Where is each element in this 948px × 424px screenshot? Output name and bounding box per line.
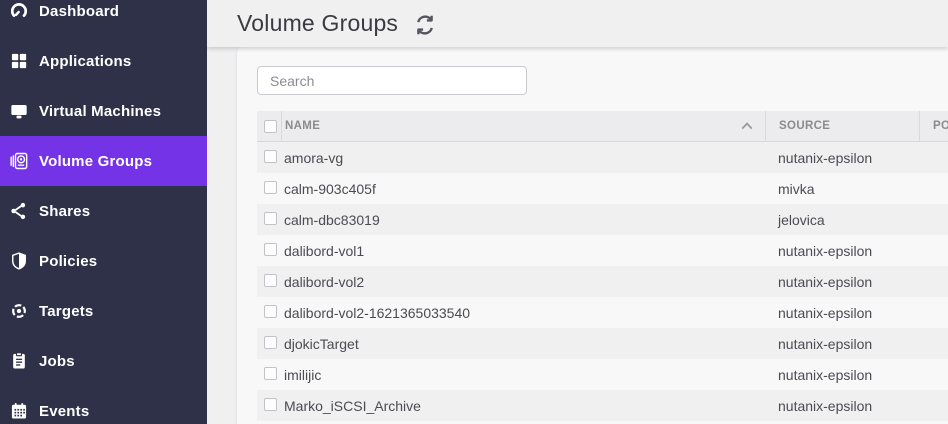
- sidebar-item-jobs[interactable]: Jobs: [0, 336, 207, 386]
- sidebar-item-virtual-machines[interactable]: Virtual Machines: [0, 86, 207, 136]
- disk-stack-icon: [9, 151, 29, 171]
- volume-group-name: calm-dbc83019: [284, 211, 380, 228]
- share-nodes-icon: [9, 201, 29, 221]
- gauge-icon: [9, 1, 29, 21]
- column-header-policy[interactable]: POLICY: [919, 111, 948, 141]
- row-checkbox[interactable]: [264, 335, 277, 349]
- volume-group-name: djokicTarget: [284, 335, 359, 352]
- table-row[interactable]: imilijic nutanix-epsilon: [257, 359, 948, 390]
- column-header-name-label: NAME: [285, 120, 321, 132]
- volume-groups-table: NAME SOURCE POLICY amora-vg nutanix-: [257, 111, 948, 421]
- sidebar-item-dashboard[interactable]: Dashboard: [0, 0, 207, 36]
- sidebar-item-shares[interactable]: Shares: [0, 186, 207, 236]
- volume-group-name: dalibord-vol2: [284, 273, 365, 290]
- table-row[interactable]: calm-dbc83019 jelovica: [257, 204, 948, 235]
- grid-icon: [9, 51, 29, 71]
- row-checkbox[interactable]: [264, 304, 277, 318]
- search-input[interactable]: [257, 66, 527, 95]
- shield-icon: [9, 251, 29, 271]
- volume-group-source: nutanix-epsilon: [778, 304, 873, 321]
- column-header-source[interactable]: SOURCE: [765, 111, 919, 141]
- page-title: Volume Groups: [237, 10, 399, 36]
- select-all-cell: [257, 111, 281, 141]
- clipboard-icon: [9, 351, 29, 371]
- column-header-name[interactable]: NAME: [281, 111, 765, 141]
- volume-group-source: mivka: [778, 180, 815, 197]
- row-checkbox[interactable]: [264, 180, 277, 194]
- volume-group-source: nutanix-epsilon: [778, 273, 873, 290]
- table-row[interactable]: djokicTarget nutanix-epsilon: [257, 328, 948, 359]
- row-checkbox[interactable]: [264, 273, 277, 287]
- table-header-row: NAME SOURCE POLICY: [257, 111, 948, 142]
- volume-group-name: Marko_iSCSI_Archive: [284, 397, 421, 414]
- table-body: amora-vg nutanix-epsilon calm-903c405f m…: [257, 142, 948, 421]
- volume-groups-panel: NAME SOURCE POLICY amora-vg nutanix-: [237, 47, 948, 424]
- volume-group-name: amora-vg: [284, 149, 344, 166]
- sidebar-item-volume-groups[interactable]: Volume Groups: [0, 136, 207, 186]
- volume-group-name: dalibord-vol2-1621365033540: [284, 304, 471, 321]
- row-checkbox[interactable]: [264, 211, 277, 225]
- table-row[interactable]: dalibord-vol1 nutanix-epsilon: [257, 235, 948, 266]
- row-checkbox[interactable]: [264, 397, 277, 411]
- volume-group-name: calm-903c405f: [284, 180, 376, 197]
- column-header-policy-label: POLICY: [933, 120, 948, 132]
- select-all-checkbox[interactable]: [264, 119, 277, 133]
- volume-group-source: nutanix-epsilon: [778, 242, 873, 259]
- sidebar-nav: Dashboard Applications Virtual Machines …: [0, 0, 207, 424]
- target-icon: [9, 301, 29, 321]
- main-content: Volume Groups Search NAME SOURCE PO amor…: [207, 0, 948, 424]
- row-checkbox[interactable]: [264, 242, 277, 256]
- sidebar-item-policies[interactable]: Policies: [0, 236, 207, 286]
- sidebar: Dashboard Applications Virtual Machines …: [0, 0, 207, 424]
- volume-group-source: nutanix-epsilon: [778, 335, 873, 352]
- monitor-icon: [9, 101, 29, 121]
- sidebar-item-applications[interactable]: Applications: [0, 36, 207, 86]
- volume-group-source: nutanix-epsilon: [778, 149, 873, 166]
- volume-group-source: nutanix-epsilon: [778, 397, 873, 414]
- page-header: Volume Groups: [207, 0, 948, 47]
- calendar-icon: [9, 401, 29, 421]
- volume-group-name: dalibord-vol1: [284, 242, 365, 259]
- table-row[interactable]: dalibord-vol2 nutanix-epsilon: [257, 266, 948, 297]
- sidebar-item-events[interactable]: Events: [0, 386, 207, 424]
- app-window: Dashboard Applications Virtual Machines …: [0, 0, 948, 424]
- volume-group-source: jelovica: [778, 211, 825, 228]
- table-row[interactable]: dalibord-vol2-1621365033540 nutanix-epsi…: [257, 297, 948, 328]
- refresh-icon[interactable]: [414, 14, 436, 36]
- volume-group-source: nutanix-epsilon: [778, 366, 873, 383]
- sidebar-item-targets[interactable]: Targets: [0, 286, 207, 336]
- table-row[interactable]: Marko_iSCSI_Archive nutanix-epsilon: [257, 390, 948, 421]
- row-checkbox[interactable]: [264, 149, 277, 163]
- volume-group-name: imilijic: [284, 366, 322, 383]
- table-row[interactable]: calm-903c405f mivka: [257, 173, 948, 204]
- column-header-source-label: SOURCE: [779, 120, 831, 132]
- row-checkbox[interactable]: [264, 366, 277, 380]
- sort-asc-icon: [741, 122, 753, 130]
- table-row[interactable]: amora-vg nutanix-epsilon: [257, 142, 948, 173]
